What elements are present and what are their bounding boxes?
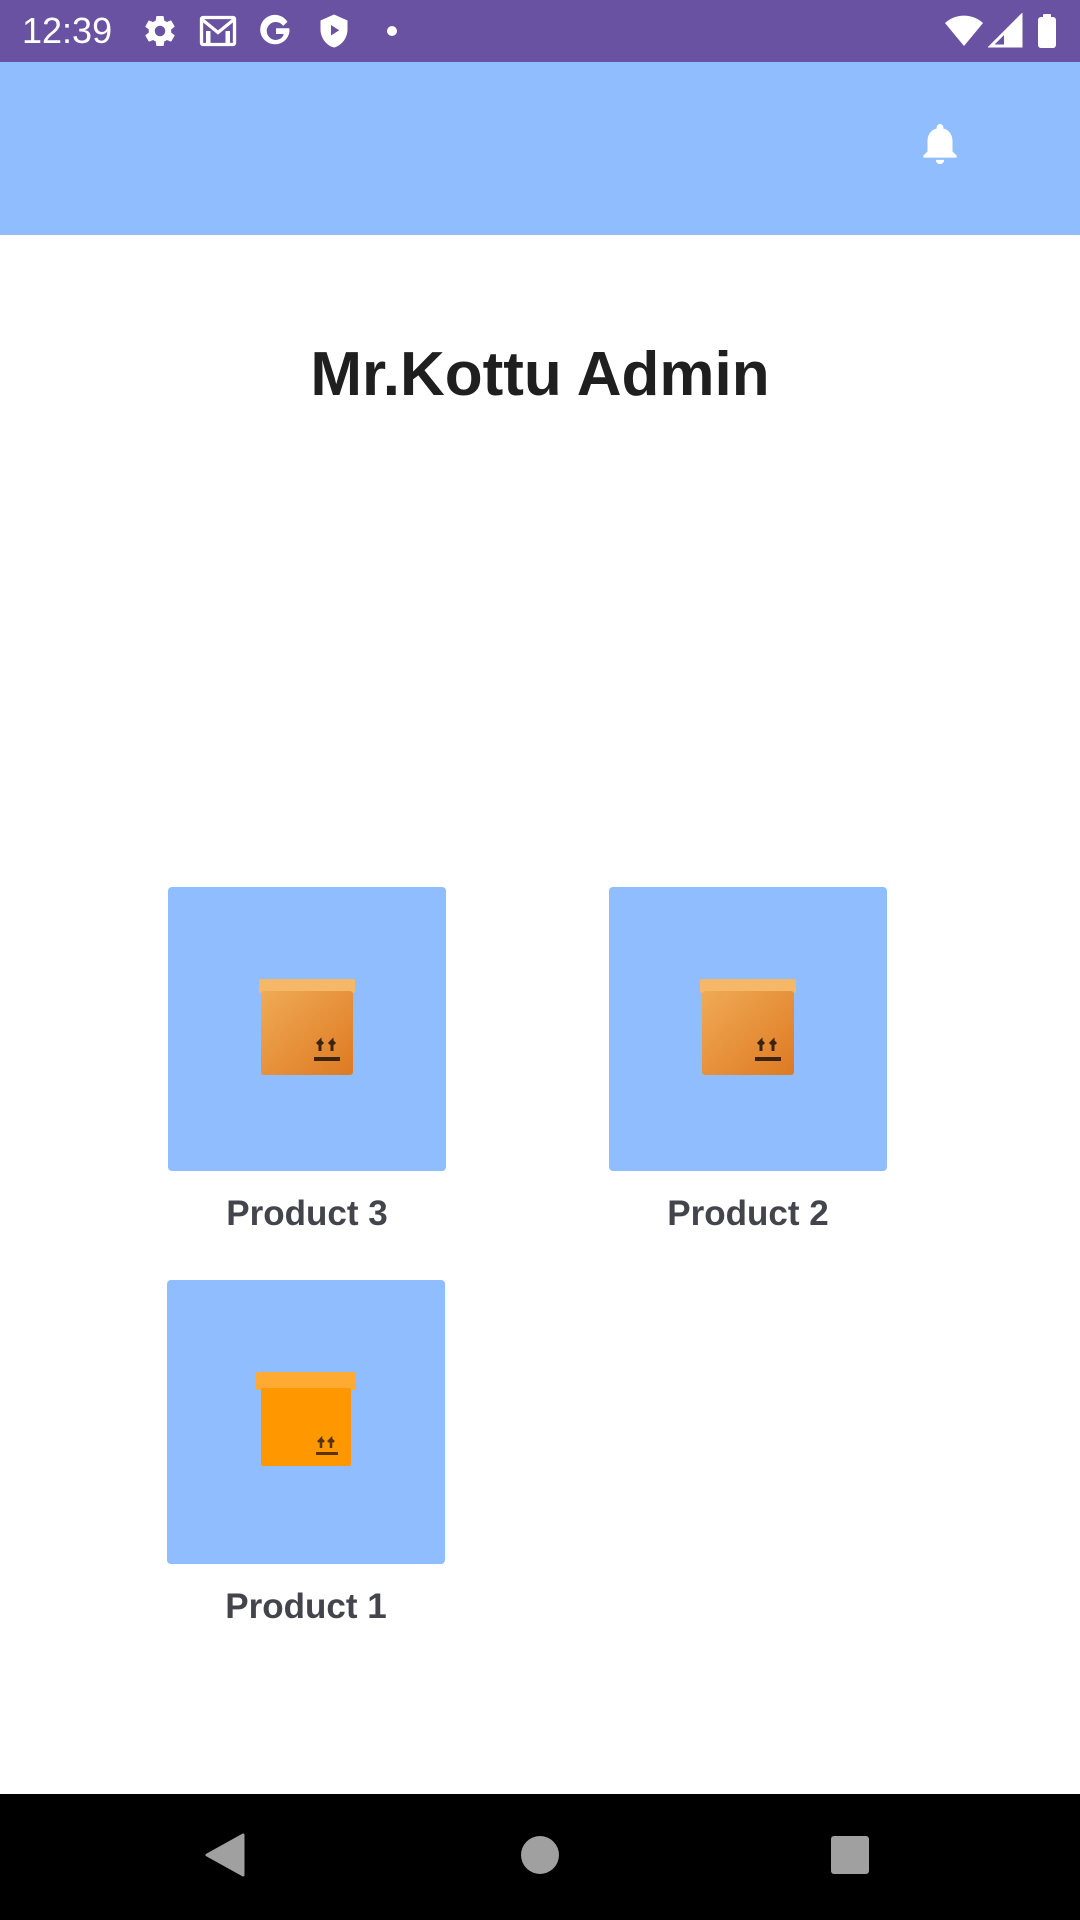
app-bar <box>0 62 1080 235</box>
battery-icon <box>1036 13 1060 49</box>
signal-icon <box>987 12 1024 49</box>
status-time: 12:39 <box>22 10 113 51</box>
box-icon <box>256 1370 356 1475</box>
google-icon <box>258 13 294 49</box>
settings-icon <box>142 13 178 49</box>
back-button[interactable] <box>195 1827 255 1887</box>
gmail-icon <box>198 13 237 49</box>
box-icon <box>698 977 798 1082</box>
product-tile-3[interactable]: Product 3 <box>168 887 446 1235</box>
box-icon <box>257 977 357 1082</box>
home-icon <box>520 1835 560 1880</box>
recents-button[interactable] <box>820 1827 880 1887</box>
navigation-bar <box>0 1794 1080 1920</box>
status-bar: 12:39 <box>0 0 1080 62</box>
product-label: Product 1 <box>225 1587 387 1626</box>
back-icon <box>203 1831 247 1884</box>
product-image <box>609 887 887 1171</box>
page-title: Mr.Kottu Admin <box>310 340 770 409</box>
recents-icon <box>830 1835 870 1880</box>
app-screen: 12:39 Mr.Kottu Admin Product 3 Product 2… <box>0 0 1080 1920</box>
shield-play-icon <box>316 13 352 49</box>
dot-icon <box>382 13 418 49</box>
product-tile-2[interactable]: Product 2 <box>609 887 887 1235</box>
product-image <box>168 887 446 1171</box>
product-label: Product 3 <box>226 1194 388 1233</box>
wifi-icon <box>944 13 984 49</box>
notifications-button[interactable] <box>912 118 968 174</box>
product-tile-1[interactable]: Product 1 <box>167 1280 445 1628</box>
home-button[interactable] <box>510 1827 570 1887</box>
product-label: Product 2 <box>667 1194 829 1233</box>
product-image <box>167 1280 445 1564</box>
bell-icon <box>920 122 960 171</box>
